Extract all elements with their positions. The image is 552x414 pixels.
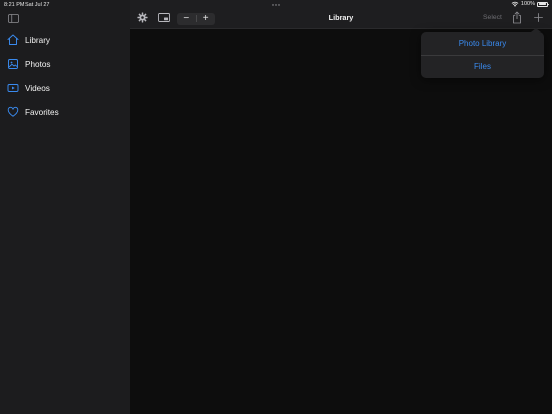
share-icon <box>513 11 521 24</box>
status-indicators: 100% <box>511 1 549 7</box>
plus-icon <box>534 13 543 22</box>
add-menu-popover: Photo Library Files <box>421 28 544 78</box>
video-icon <box>7 82 19 94</box>
sidebar-nav: Library Photos Videos Favorites <box>0 28 130 124</box>
heart-icon <box>7 106 19 118</box>
sidebar-item-favorites[interactable]: Favorites <box>0 100 130 124</box>
photo-icon <box>7 58 19 70</box>
sidebar-item-photos[interactable]: Photos <box>0 52 130 76</box>
sidebar-item-label: Library <box>25 35 51 45</box>
sidebar-item-label: Favorites <box>25 107 59 117</box>
status-time: 8:21 PM <box>4 1 25 8</box>
battery-percent: 100% <box>520 1 535 7</box>
menu-item-photo-library[interactable]: Photo Library <box>421 32 544 55</box>
menu-item-files[interactable]: Files <box>421 55 544 78</box>
sidebar: Library Photos Videos Favorites <box>0 0 130 414</box>
select-button[interactable]: Select <box>483 14 502 21</box>
sidebar-item-label: Photos <box>25 59 51 69</box>
sidebar-item-videos[interactable]: Videos <box>0 76 130 100</box>
status-date: Sat Jul 27 <box>25 1 50 8</box>
status-bar: 8:21 PM Sat Jul 27 100% <box>0 0 552 9</box>
house-icon <box>7 34 19 46</box>
wifi-icon <box>511 1 519 7</box>
sidebar-item-library[interactable]: Library <box>0 28 130 52</box>
sidebar-item-label: Videos <box>25 83 50 93</box>
battery-icon <box>537 1 549 7</box>
add-button[interactable] <box>533 12 544 23</box>
sidebar-toggle-icon[interactable] <box>8 14 19 23</box>
share-button[interactable] <box>512 11 522 24</box>
